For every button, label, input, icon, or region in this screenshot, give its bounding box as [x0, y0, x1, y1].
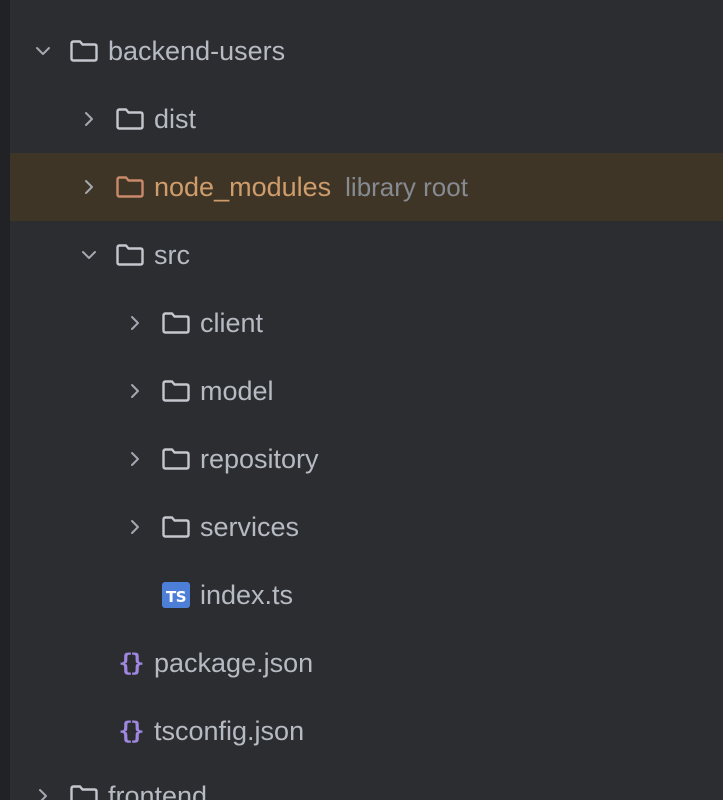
chevron-down-icon[interactable] — [32, 40, 54, 62]
tree-item-label: package.json — [154, 647, 314, 678]
folder-icon — [160, 445, 192, 473]
tree-item-label: backend-users — [108, 35, 286, 66]
tree-item-label: src — [154, 239, 190, 270]
json-braces-glyph: {} — [118, 649, 145, 677]
folder-icon — [114, 241, 146, 269]
project-tree-panel: backend-users dist node_modules library … — [10, 0, 723, 800]
ts-badge: TS — [162, 582, 190, 608]
tree-item-label: client — [200, 307, 264, 338]
tree-item-label: frontend — [108, 780, 208, 800]
json-braces-glyph: {} — [118, 717, 145, 745]
chevron-right-icon[interactable] — [124, 380, 146, 402]
tree-item-label: services — [200, 511, 300, 542]
folder-icon — [160, 513, 192, 541]
folder-icon — [160, 377, 192, 405]
tree-item-dist[interactable]: dist — [10, 85, 723, 153]
folder-icon — [114, 105, 146, 133]
folder-icon — [68, 782, 100, 800]
tree-item-label: tsconfig.json — [154, 715, 305, 746]
tree-item-services[interactable]: services — [10, 493, 723, 561]
tree-item-label: model — [200, 375, 274, 406]
tree-item-client[interactable]: client — [10, 289, 723, 357]
chevron-right-icon[interactable] — [124, 312, 146, 334]
tree-item-label: index.ts — [200, 579, 294, 610]
tree-item-label: repository — [200, 443, 319, 474]
folder-icon — [68, 37, 100, 65]
chevron-right-icon[interactable] — [78, 176, 100, 198]
tree-item-node-modules[interactable]: node_modules library root — [10, 153, 723, 221]
excluded-folder-icon — [114, 173, 146, 201]
tree-item-repository[interactable]: repository — [10, 425, 723, 493]
tree-item-tsconfig-json[interactable]: {} tsconfig.json — [10, 697, 723, 765]
chevron-right-icon[interactable] — [124, 516, 146, 538]
tree-item-src[interactable]: src — [10, 221, 723, 289]
folder-icon — [160, 309, 192, 337]
tree-item-model[interactable]: model — [10, 357, 723, 425]
chevron-down-icon[interactable] — [78, 244, 100, 266]
library-root-hint: library root — [345, 171, 468, 202]
tree-item-label: node_modules — [154, 171, 332, 202]
json-file-icon: {} — [114, 649, 146, 677]
tree-item-label: dist — [154, 103, 197, 134]
tree-item-frontend[interactable]: frontend — [10, 762, 723, 800]
typescript-file-icon: TS — [160, 581, 192, 609]
chevron-right-icon[interactable] — [124, 448, 146, 470]
chevron-right-icon[interactable] — [78, 108, 100, 130]
json-file-icon: {} — [114, 717, 146, 745]
tree-item-package-json[interactable]: {} package.json — [10, 629, 723, 697]
chevron-right-icon[interactable] — [32, 785, 54, 800]
tree-item-index-ts[interactable]: TS index.ts — [10, 561, 723, 629]
tree-item-backend-users[interactable]: backend-users — [10, 17, 723, 85]
